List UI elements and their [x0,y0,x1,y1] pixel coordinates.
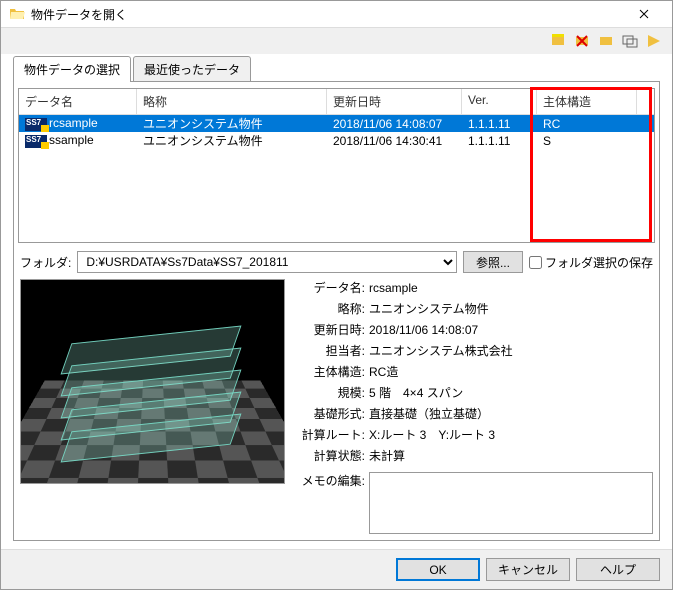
detail-scale: 5 階 4×4 スパン [369,384,463,401]
titlebar: 物件データを開く [1,1,672,28]
tab-recent-data[interactable]: 最近使ったデータ [133,56,251,82]
detail-name: rcsample [369,281,418,295]
toolbar-btn-1[interactable] [548,31,568,51]
browse-button[interactable]: 参照... [463,251,523,273]
memo-textarea[interactable] [369,472,653,534]
preview-3d [20,279,285,484]
file-icon [25,118,47,131]
dialog-window: 物件データを開く 物件データの選択 最近使ったデータ データ名 略称 更新日時 … [0,0,673,590]
toolbar-btn-2[interactable] [572,31,592,51]
folder-label: フォルダ: [20,254,71,271]
folder-row: フォルダ: D:¥USRDATA¥Ss7Data¥SS7_201811 参照..… [20,251,653,273]
detail-route: X:ルート 3 Y:ルート 3 [369,426,495,443]
details-panel: データ名:rcsample 略称:ユニオンシステム物件 更新日時:2018/11… [295,279,653,534]
data-listview[interactable]: データ名 略称 更新日時 Ver. 主体構造 rcsample ユニオンシステム… [18,88,655,243]
cancel-button[interactable]: キャンセル [486,558,570,581]
col-ver[interactable]: Ver. [462,89,537,114]
close-button[interactable] [624,2,664,26]
toolbar-btn-3[interactable] [596,31,616,51]
table-row[interactable]: rcsample ユニオンシステム物件 2018/11/06 14:08:07 … [19,115,654,132]
toolbar-btn-4[interactable] [620,31,640,51]
folder-open-icon [9,6,25,22]
table-row[interactable]: ssample ユニオンシステム物件 2018/11/06 14:30:41 1… [19,132,654,149]
col-name[interactable]: データ名 [19,89,137,114]
ok-button[interactable]: OK [396,558,480,581]
lower-panel: データ名:rcsample 略称:ユニオンシステム物件 更新日時:2018/11… [20,279,653,534]
button-bar: OK キャンセル ヘルプ [1,549,672,589]
detail-date: 2018/11/06 14:08:07 [369,323,478,337]
toolbar-btn-5[interactable] [644,31,664,51]
folder-path-select[interactable]: D:¥USRDATA¥Ss7Data¥SS7_201811 [77,251,457,273]
listview-header: データ名 略称 更新日時 Ver. 主体構造 [19,89,654,115]
toolbar [1,28,672,54]
detail-struct: RC造 [369,363,398,380]
detail-person: ユニオンシステム株式会社 [369,342,513,359]
detail-status: 未計算 [369,447,405,464]
col-date[interactable]: 更新日時 [327,89,462,114]
window-title: 物件データを開く [31,6,624,23]
detail-alias: ユニオンシステム物件 [369,300,489,317]
memo-label: メモの編集: [295,472,365,534]
tab-strip: 物件データの選択 最近使ったデータ [13,56,660,82]
col-alias[interactable]: 略称 [137,89,327,114]
help-button[interactable]: ヘルプ [576,558,660,581]
file-icon [25,135,47,148]
detail-foundation: 直接基礎（独立基礎） [369,405,489,422]
tab-select-data[interactable]: 物件データの選択 [13,56,131,82]
tab-content: データ名 略称 更新日時 Ver. 主体構造 rcsample ユニオンシステム… [13,81,660,541]
save-folder-checkbox[interactable] [529,256,542,269]
save-folder-check[interactable]: フォルダ選択の保存 [529,254,653,271]
col-struct[interactable]: 主体構造 [537,89,637,114]
